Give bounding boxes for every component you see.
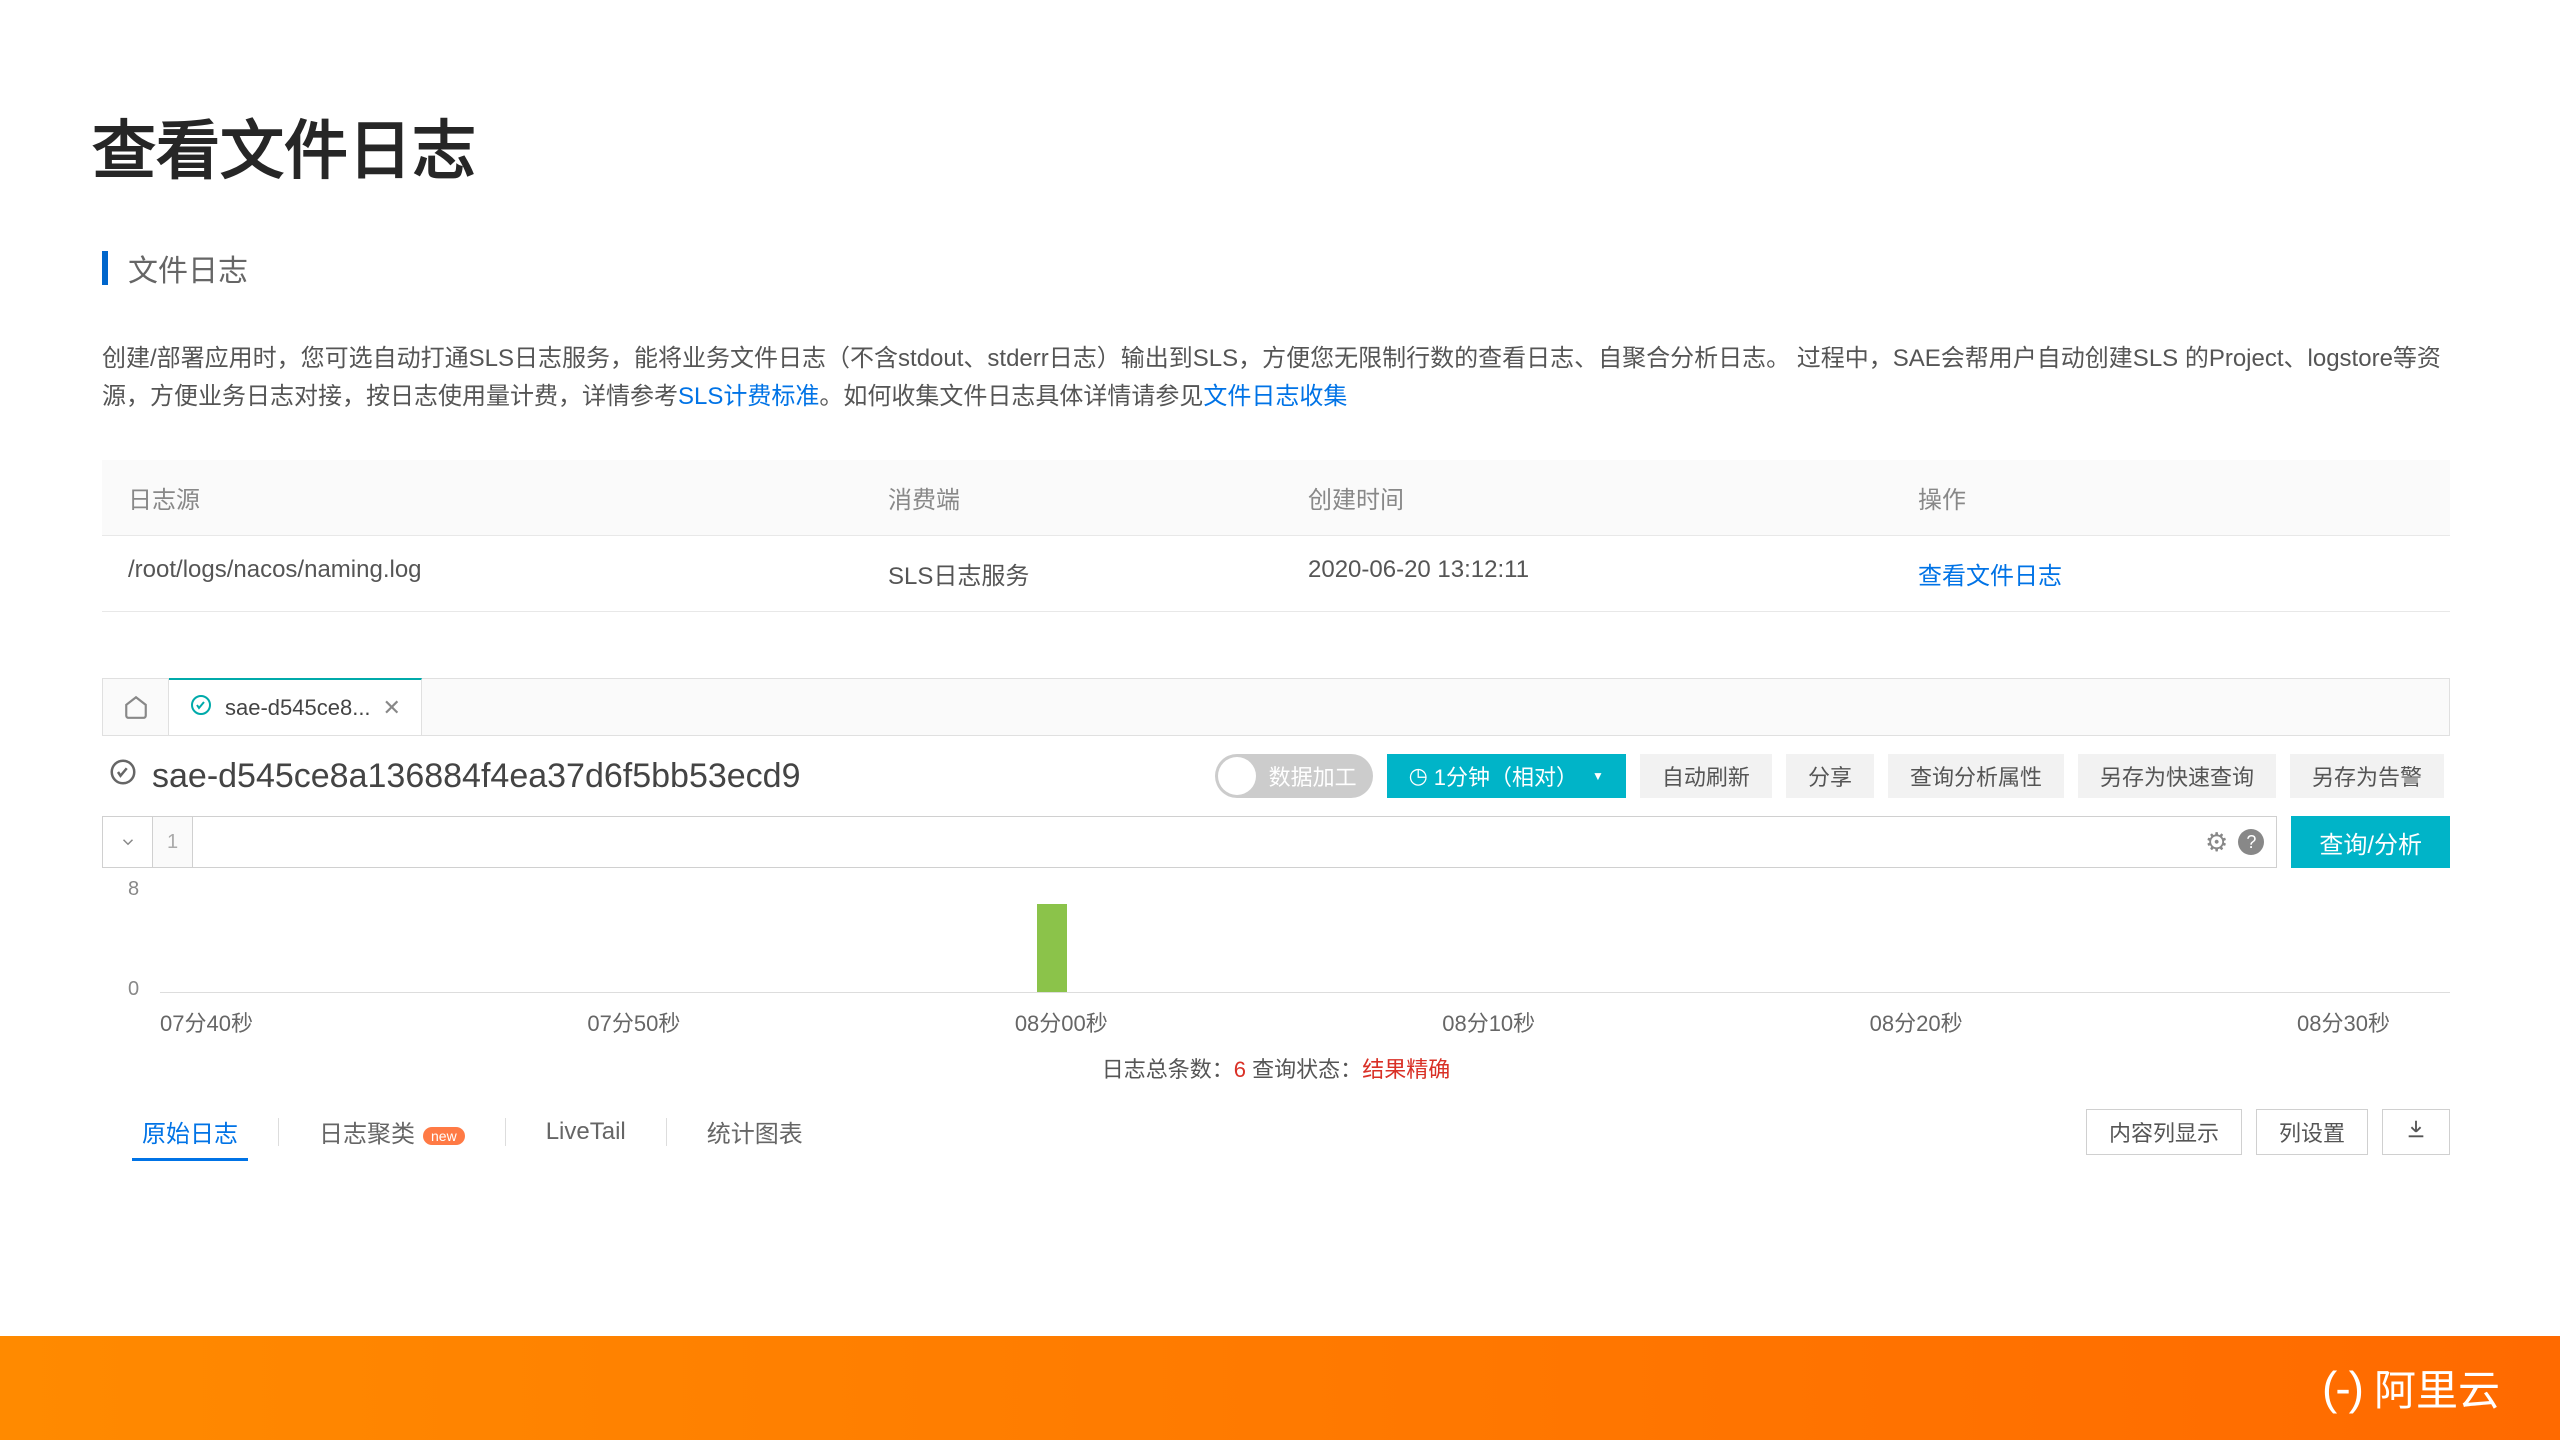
logstore-tab-label: sae-d545ce8... [225, 695, 371, 721]
help-icon[interactable]: ? [2238, 829, 2264, 855]
new-badge: new [423, 1127, 465, 1145]
logstore-title-icon [108, 757, 138, 795]
log-source-table: 日志源 消费端 创建时间 操作 /root/logs/nacos/naming.… [102, 460, 2450, 612]
x-tick: 07分50秒 [587, 1006, 680, 1038]
chevron-down-icon [119, 833, 137, 851]
table-row: /root/logs/nacos/naming.log SLS日志服务 2020… [102, 536, 2450, 612]
download-button[interactable] [2382, 1109, 2450, 1155]
tab-cluster-label: 日志聚类 [319, 1121, 415, 1148]
x-tick: 08分20秒 [1870, 1006, 1963, 1038]
log-histogram-chart: 8 0 07分40秒 07分50秒 08分00秒 08分10秒 08分20秒 0… [112, 878, 2450, 1048]
toggle-knob [1218, 757, 1256, 795]
tab-log-cluster[interactable]: 日志聚类 new [279, 1102, 505, 1161]
brand-text: 阿里云 [2374, 1357, 2500, 1418]
clock-icon: ◷ [1409, 763, 1428, 789]
section-heading: 文件日志 [102, 246, 248, 290]
logstore-tabbar: sae-d545ce8... ✕ [102, 678, 2450, 736]
col-create-time: 创建时间 [1308, 480, 1918, 515]
logstore-tab[interactable]: sae-d545ce8... ✕ [169, 678, 422, 735]
x-tick: 08分30秒 [2297, 1006, 2390, 1038]
save-alert-button[interactable]: 另存为告警 [2290, 754, 2444, 798]
y-tick-8: 8 [128, 878, 139, 901]
time-range-label: 1分钟（相对） [1434, 760, 1578, 792]
cell-log-source: /root/logs/nacos/naming.log [128, 556, 888, 591]
auto-refresh-button[interactable]: 自动刷新 [1640, 754, 1772, 798]
total-count: 6 [1234, 1057, 1246, 1082]
query-props-button[interactable]: 查询分析属性 [1888, 754, 2064, 798]
home-icon [123, 694, 149, 720]
x-tick: 07分40秒 [160, 1006, 253, 1038]
download-icon [2405, 1116, 2427, 1147]
column-settings-button[interactable]: 列设置 [2256, 1109, 2368, 1155]
share-button[interactable]: 分享 [1786, 754, 1874, 798]
footer-bar: (-) 阿里云 [0, 1336, 2560, 1440]
col-consumer: 消费端 [888, 480, 1308, 515]
titlebar: sae-d545ce8a136884f4ea37d6f5bb53ecd9 数据加… [102, 736, 2450, 816]
chart-baseline [160, 992, 2450, 993]
result-tabs: 原始日志 日志聚类 new LiveTail 统计图表 内容列显示 列设置 [102, 1102, 2450, 1161]
cell-consumer: SLS日志服务 [888, 556, 1308, 591]
cell-create-time: 2020-06-20 13:12:11 [1308, 556, 1918, 591]
save-quick-button[interactable]: 另存为快速查询 [2078, 754, 2276, 798]
chevron-down-icon: ▼ [1592, 769, 1604, 783]
logstore-name: sae-d545ce8a136884f4ea37d6f5bb53ecd9 [152, 757, 801, 796]
file-log-collect-link[interactable]: 文件日志收集 [1203, 383, 1347, 410]
section-label: 文件日志 [128, 246, 248, 290]
aliyun-logo-icon: (-) [2322, 1361, 2362, 1415]
page-title: 查看文件日志 [92, 100, 476, 192]
y-tick-0: 0 [128, 978, 139, 1001]
query-bar: 1 ⚙ ? 查询/分析 [102, 816, 2450, 868]
description-text: 创建/部署应用时，您可选自动打通SLS日志服务，能将业务文件日志（不含stdou… [102, 340, 2450, 417]
x-tick: 08分00秒 [1015, 1006, 1108, 1038]
content-column-button[interactable]: 内容列显示 [2086, 1109, 2242, 1155]
tab-stats-chart[interactable]: 统计图表 [667, 1102, 843, 1161]
result-status: 日志总条数：6 查询状态：结果精确 [102, 1052, 2450, 1084]
query-line-number: 1 [153, 817, 193, 867]
close-icon[interactable]: ✕ [383, 695, 401, 721]
state-value: 结果精确 [1362, 1057, 1450, 1082]
view-file-log-link[interactable]: 查看文件日志 [1918, 556, 2424, 591]
col-action: 操作 [1918, 480, 2424, 515]
state-label: 查询状态： [1252, 1057, 1362, 1082]
data-process-toggle[interactable]: 数据加工 [1215, 754, 1373, 798]
log-viewer-panel: sae-d545ce8... ✕ sae-d545ce8a136884f4ea3… [102, 678, 2450, 1161]
query-input-wrap: 1 ⚙ ? [102, 816, 2277, 868]
home-tab[interactable] [103, 679, 169, 735]
gear-icon[interactable]: ⚙ [2205, 827, 2228, 858]
query-icons: ⚙ ? [2193, 817, 2276, 867]
section-marker [102, 251, 108, 285]
chart-bar[interactable] [1037, 904, 1067, 992]
tab-livetail[interactable]: LiveTail [506, 1106, 666, 1158]
query-expand-toggle[interactable] [103, 817, 153, 867]
query-analyze-button[interactable]: 查询/分析 [2291, 816, 2450, 868]
total-label: 日志总条数： [1102, 1057, 1234, 1082]
x-tick: 08分10秒 [1442, 1006, 1535, 1038]
toggle-label: 数据加工 [1269, 760, 1357, 792]
query-input[interactable] [193, 817, 2193, 867]
logstore-icon [189, 693, 213, 722]
footer-brand: (-) 阿里云 [2322, 1357, 2500, 1418]
chart-x-labels: 07分40秒 07分50秒 08分00秒 08分10秒 08分20秒 08分30… [160, 1006, 2450, 1038]
time-range-button[interactable]: ◷ 1分钟（相对） ▼ [1387, 754, 1626, 798]
sls-pricing-link[interactable]: SLS计费标准 [678, 383, 819, 410]
desc-mid: 。如何收集文件日志具体详情请参见 [819, 383, 1203, 410]
tab-raw-log[interactable]: 原始日志 [102, 1102, 278, 1161]
table-header-row: 日志源 消费端 创建时间 操作 [102, 460, 2450, 536]
col-log-source: 日志源 [128, 480, 888, 515]
